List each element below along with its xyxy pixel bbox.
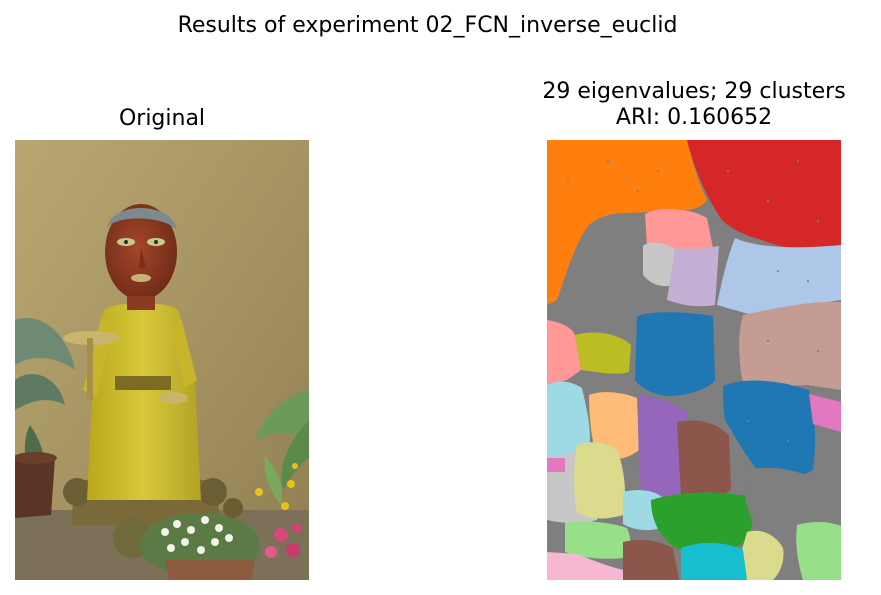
segment-blue-torso xyxy=(635,312,715,396)
original-image-canvas xyxy=(15,140,309,580)
segmentation-map xyxy=(547,140,841,580)
segmentation-panel-title: 29 eigenvalues; 29 clusters ARI: 0.16065… xyxy=(500,79,881,131)
segment-light-green-left xyxy=(565,521,631,559)
original-image xyxy=(15,140,309,580)
segment-gray-lower-right xyxy=(744,467,808,525)
photo-pot xyxy=(15,452,57,518)
figure-suptitle: Results of experiment 02_FCN_inverse_euc… xyxy=(177,13,678,38)
segment-rosy-brown xyxy=(739,301,841,390)
segment-lilac xyxy=(667,246,719,307)
original-panel-title: Original xyxy=(118,106,206,131)
segmentation-canvas xyxy=(547,140,841,580)
segment-cyan xyxy=(681,542,747,580)
segment-khaki-left xyxy=(574,442,625,519)
segmentation-title-line-1: 29 eigenvalues; 29 clusters xyxy=(542,79,846,104)
segmentation-title-line-2: ARI: 0.160652 xyxy=(615,105,773,130)
segment-brown-mid xyxy=(677,420,731,499)
segment-light-green-right xyxy=(796,522,841,580)
segment-magenta-left xyxy=(547,458,565,472)
